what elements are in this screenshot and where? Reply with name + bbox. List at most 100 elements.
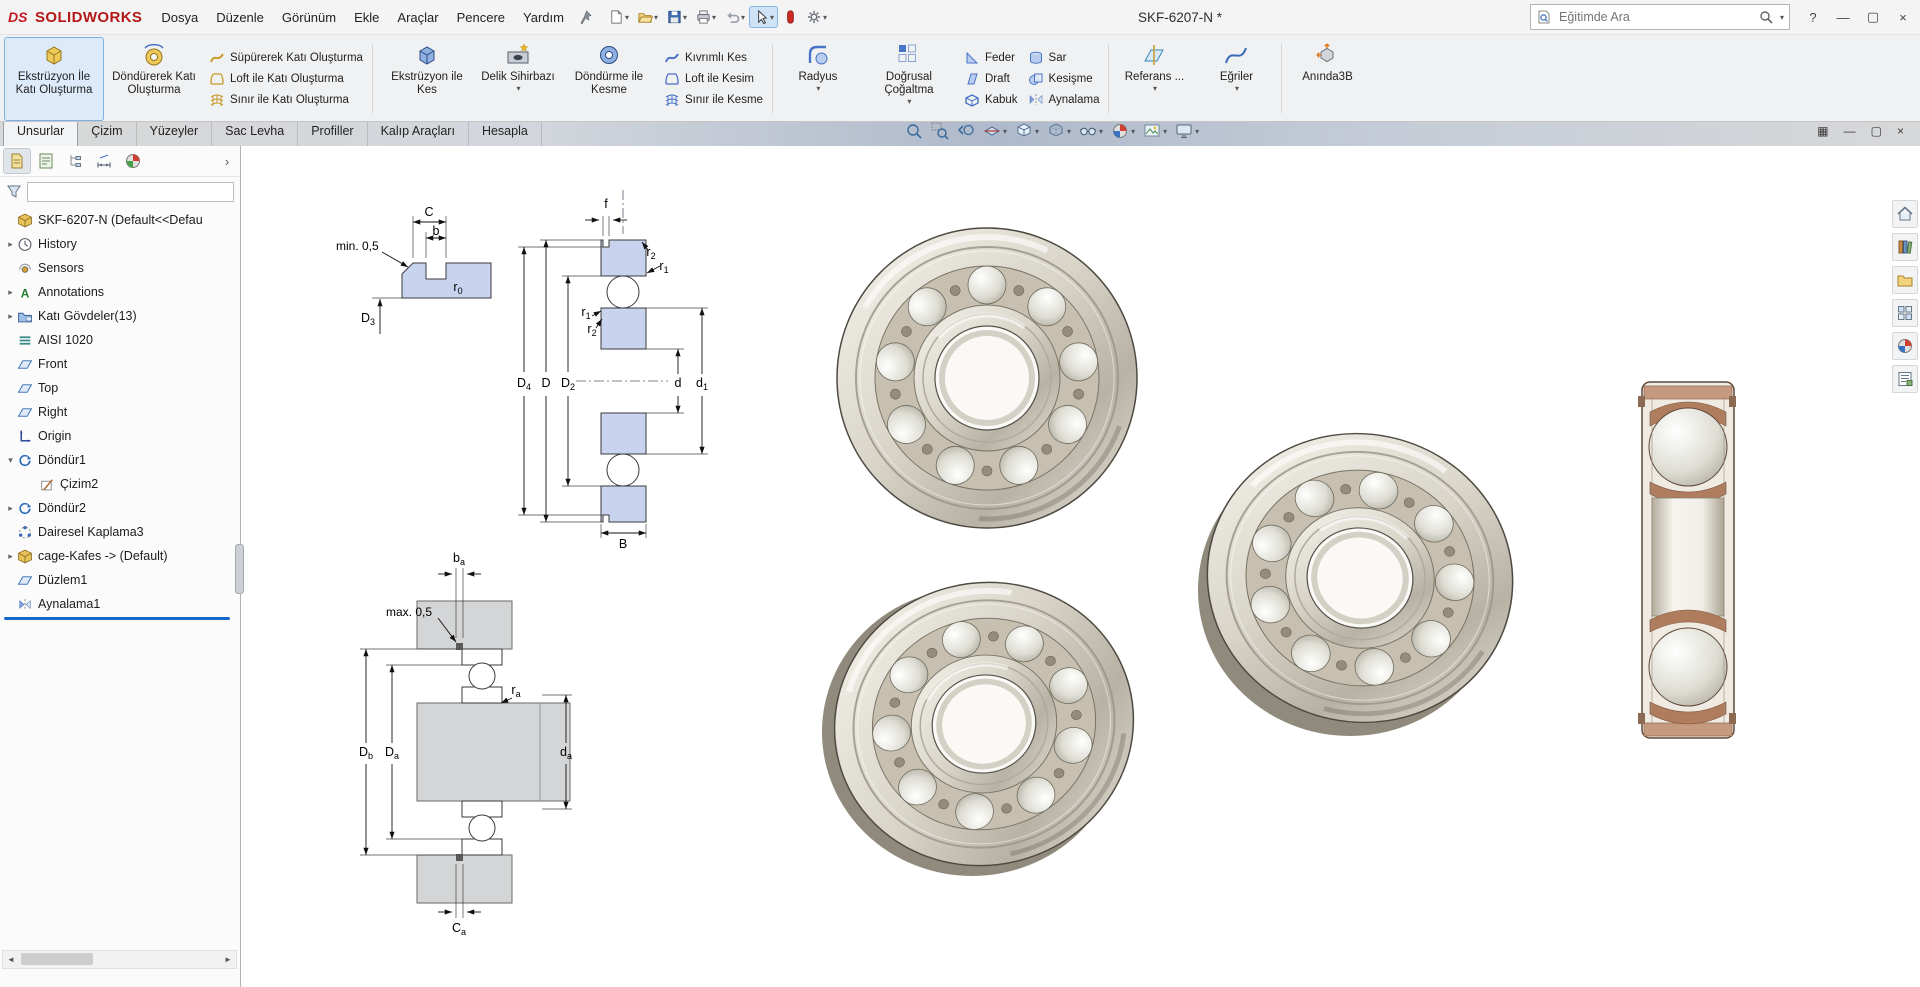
bearing-3d-bottom[interactable] <box>751 499 1217 948</box>
loft-boss-button[interactable]: Loft ile Katı Oluşturma <box>205 70 367 88</box>
tab-yuzeyler[interactable]: Yüzeyler <box>137 119 213 146</box>
draft-button[interactable]: Draft <box>960 70 1022 88</box>
expand-arrow-icon[interactable]: ▸ <box>4 503 17 514</box>
collapse-arrow-icon[interactable]: ▾ <box>4 455 17 466</box>
tree-item-right-plane[interactable]: Right <box>0 400 240 424</box>
file-explorer-tab[interactable] <box>1892 266 1918 294</box>
intersect-button[interactable]: Kesişme <box>1024 70 1104 88</box>
undo-button[interactable]: ▾ <box>721 7 748 27</box>
doc-close-button[interactable]: × <box>1897 124 1904 138</box>
hole-wizard-button[interactable]: Delik Sihirbazı ▾ <box>478 38 558 120</box>
maximize-button[interactable]: ▢ <box>1858 3 1888 31</box>
zoom-area-button[interactable] <box>931 122 949 140</box>
extrude-cut-button[interactable]: Ekstrüzyon ile Kes <box>378 38 476 120</box>
tree-horizontal-scrollbar[interactable]: ◄ ► <box>2 950 237 969</box>
featuremanager-tab[interactable] <box>3 148 31 174</box>
tree-item-material[interactable]: AISI 1020 <box>0 328 240 352</box>
display-style-button[interactable]: ▾ <box>1047 122 1071 140</box>
boundary-boss-button[interactable]: Sınır ile Katı Oluşturma <box>205 91 367 109</box>
appearances-tab[interactable] <box>1892 332 1918 360</box>
tile-windows-button[interactable]: ▦ <box>1817 124 1828 138</box>
tree-item-duzlem1[interactable]: Düzlem1 <box>0 568 240 592</box>
propertymanager-tab[interactable] <box>33 149 59 173</box>
scrollbar-thumb[interactable] <box>21 953 93 965</box>
view-palette-tab[interactable] <box>1892 299 1918 327</box>
panel-expand-chevron[interactable]: › <box>218 154 236 169</box>
expand-arrow-icon[interactable]: ▸ <box>4 551 17 562</box>
extrude-boss-button[interactable]: Ekstrüzyon İle Katı Oluşturma <box>4 36 104 121</box>
fillet-button[interactable]: Radyus ▾ <box>778 38 858 120</box>
tab-kalip-araclari[interactable]: Kalıp Araçları <box>368 119 469 146</box>
tab-unsurlar[interactable]: Unsurlar <box>3 119 79 146</box>
menu-araclar[interactable]: Araçlar <box>388 5 447 30</box>
loft-cut-button[interactable]: Loft ile Kesim <box>660 70 767 88</box>
expand-arrow-icon[interactable]: ▸ <box>4 311 17 322</box>
tree-item-sensors[interactable]: Sensors <box>0 256 240 280</box>
menu-pencere[interactable]: Pencere <box>448 5 514 30</box>
doc-restore-button[interactable]: ▢ <box>1871 124 1882 138</box>
design-library-tab[interactable] <box>1892 233 1918 261</box>
rollback-bar[interactable] <box>4 617 230 620</box>
tree-item-front-plane[interactable]: Front <box>0 352 240 376</box>
menu-dosya[interactable]: Dosya <box>152 5 207 30</box>
tab-sac-levha[interactable]: Sac Levha <box>212 119 299 146</box>
revolve-cut-button[interactable]: Döndürme ile Kesme <box>560 38 658 120</box>
tree-item-top-plane[interactable]: Top <box>0 376 240 400</box>
search-box[interactable]: ▾ <box>1530 4 1790 30</box>
scroll-right-arrow[interactable]: ► <box>220 955 236 964</box>
print-button[interactable]: ▾ <box>692 7 719 27</box>
menu-duzenle[interactable]: Düzenle <box>207 5 273 30</box>
menu-yardim[interactable]: Yardım <box>514 5 573 30</box>
tree-item-origin[interactable]: Origin <box>0 424 240 448</box>
bearing-3d-right[interactable] <box>1129 356 1590 799</box>
curves-button[interactable]: Eğriler ▾ <box>1196 38 1276 120</box>
tree-item-dondur1[interactable]: ▾ Döndür1 <box>0 448 240 472</box>
sweep-boss-button[interactable]: Süpürerek Katı Oluşturma <box>205 49 367 67</box>
resources-tab[interactable] <box>1892 200 1918 228</box>
revolve-boss-button[interactable]: Döndürerek Katı Oluşturma <box>105 38 203 120</box>
tab-hesapla[interactable]: Hesapla <box>469 119 542 146</box>
swept-cut-button[interactable]: Kıvrımlı Kes <box>660 49 767 67</box>
menu-ekle[interactable]: Ekle <box>345 5 388 30</box>
tree-item-dondur2[interactable]: ▸ Döndür2 <box>0 496 240 520</box>
shell-button[interactable]: Kabuk <box>960 91 1022 109</box>
tree-item-aynalama1[interactable]: Aynalama1 <box>0 592 240 616</box>
displaymanager-tab[interactable] <box>120 149 146 173</box>
hide-show-items-button[interactable]: ▾ <box>1079 122 1103 140</box>
tab-cizim[interactable]: Çizim <box>78 119 137 146</box>
tree-root-part[interactable]: SKF-6207-N (Default<<Defau <box>0 208 240 232</box>
search-magnifier-icon[interactable] <box>1758 9 1774 25</box>
menu-gorunum[interactable]: Görünüm <box>273 5 345 30</box>
help-button[interactable]: ? <box>1798 3 1828 31</box>
view-orientation-button[interactable]: ▾ <box>1015 122 1039 140</box>
tree-item-dairesel-kaplama3[interactable]: Dairesel Kaplama3 <box>0 520 240 544</box>
tree-item-history[interactable]: ▸ History <box>0 232 240 256</box>
reference-geometry-button[interactable]: Referans ... ▾ <box>1114 38 1194 120</box>
graphics-area[interactable]: C b min. 0,5 r0 D3 f r2 r1 r1 r2 D4 D D2… <box>240 146 1920 987</box>
open-document-button[interactable]: ▾ <box>634 7 661 27</box>
close-button[interactable]: × <box>1888 3 1918 31</box>
scroll-left-arrow[interactable]: ◄ <box>3 955 19 964</box>
tree-item-annotations[interactable]: ▸ A Annotations <box>0 280 240 304</box>
dimxpertmanager-tab[interactable] <box>91 149 117 173</box>
bearing-section-view[interactable] <box>1638 381 1736 739</box>
expand-arrow-icon[interactable]: ▸ <box>4 239 17 250</box>
search-dropdown-arrow[interactable]: ▾ <box>1780 13 1784 22</box>
scrollbar-track[interactable] <box>19 951 220 968</box>
rebuild-button[interactable] <box>779 7 801 27</box>
previous-view-button[interactable] <box>957 122 975 140</box>
tree-filter-input[interactable] <box>27 182 234 202</box>
bearing-3d-top[interactable] <box>794 185 1179 570</box>
zoom-fit-button[interactable] <box>905 122 923 140</box>
search-input[interactable] <box>1557 9 1753 25</box>
instant3d-button[interactable]: Anında3B <box>1287 38 1367 120</box>
edit-appearance-button[interactable]: ▾ <box>1111 122 1135 140</box>
minimize-button[interactable]: — <box>1828 3 1858 31</box>
doc-minimize-button[interactable]: — <box>1844 124 1856 138</box>
save-button[interactable]: ▾ <box>663 7 690 27</box>
pin-menu-button[interactable] <box>573 7 595 27</box>
tree-item-solid-bodies[interactable]: ▸ Katı Gövdeler(13) <box>0 304 240 328</box>
select-tool-button[interactable]: ▾ <box>749 6 779 28</box>
tree-item-cage-kafes[interactable]: ▸ cage-Kafes -> (Default) <box>0 544 240 568</box>
linear-pattern-button[interactable]: Doğrusal Çoğaltma ▾ <box>860 38 958 120</box>
